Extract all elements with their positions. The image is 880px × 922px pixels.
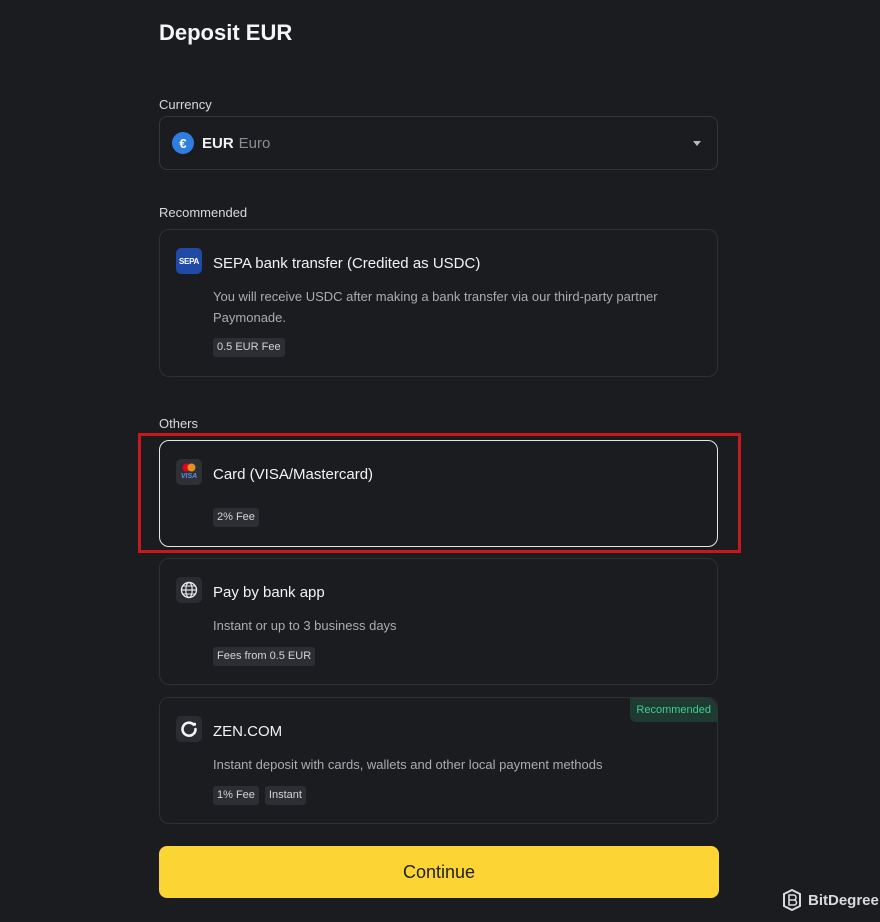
payment-option-description: Instant deposit with cards, wallets and … — [213, 757, 603, 772]
chevron-down-icon — [693, 141, 701, 146]
visa-icon-text: VISA — [180, 473, 198, 480]
fee-tags: 0.5 EUR Fee — [213, 338, 285, 357]
payment-option-description: You will receive USDC after making a ban… — [213, 289, 658, 325]
fee-tag: 0.5 EUR Fee — [213, 338, 285, 357]
euro-icon: € — [172, 132, 194, 154]
currency-select[interactable]: € EUR Euro — [159, 116, 718, 170]
payment-option-description: Instant or up to 3 business days — [213, 618, 397, 633]
fee-tag: 1% Fee — [213, 786, 259, 805]
zen-logo-icon — [176, 716, 202, 742]
fee-tags: 2% Fee — [213, 508, 259, 527]
fee-tag: 2% Fee — [213, 508, 259, 527]
payment-option-zen[interactable]: Recommended ZEN.COM Instant deposit with… — [159, 697, 718, 824]
payment-option-name: Pay by bank app — [213, 584, 325, 601]
globe-icon — [176, 577, 202, 603]
others-label: Others — [159, 416, 199, 431]
mastercard-circles-icon — [182, 463, 196, 472]
fee-tag: Fees from 0.5 EUR — [213, 647, 316, 666]
recommended-badge: Recommended — [630, 698, 717, 722]
speed-tag: Instant — [264, 786, 306, 805]
payment-option-sepa[interactable]: SEPA SEPA bank transfer (Credited as USD… — [159, 229, 718, 377]
payment-option-name: Card (VISA/Mastercard) — [213, 466, 374, 483]
recommended-label: Recommended — [159, 205, 248, 220]
payment-option-name: SEPA bank transfer (Credited as USDC) — [213, 255, 481, 272]
bitdegree-watermark: BitDegree — [782, 889, 879, 911]
globe-icon-svg — [180, 581, 198, 599]
watermark-text: BitDegree — [808, 891, 879, 909]
zen-logo-icon-svg — [181, 721, 197, 737]
payment-option-bank-app[interactable]: Pay by bank app Instant or up to 3 busin… — [159, 558, 718, 685]
sepa-icon-text: SEPA — [179, 256, 199, 266]
page-title: Deposit EUR — [159, 20, 293, 45]
payment-option-card[interactable]: VISA Card (VISA/Mastercard) 2% Fee — [159, 440, 718, 547]
currency-label: Currency — [159, 97, 212, 112]
currency-code: EUR — [202, 134, 234, 152]
payment-option-name: ZEN.COM — [213, 723, 283, 740]
currency-name: Euro — [238, 134, 271, 152]
sepa-icon: SEPA — [176, 248, 202, 274]
visa-mastercard-icon: VISA — [176, 459, 202, 485]
fee-tags: 1% Fee Instant — [213, 786, 306, 805]
continue-button[interactable]: Continue — [159, 846, 719, 898]
bitdegree-logo-icon — [783, 889, 801, 911]
fee-tags: Fees from 0.5 EUR — [213, 647, 316, 666]
